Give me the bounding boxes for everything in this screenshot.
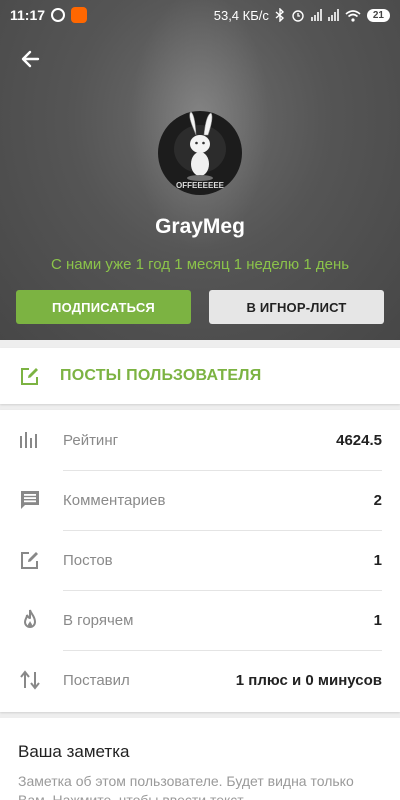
stat-label: В горячем — [63, 611, 134, 629]
battery-icon: 21 — [366, 8, 390, 22]
stat-row-hot: В горячем 1 — [0, 590, 400, 650]
stat-value: 1 — [373, 551, 382, 569]
status-bar: 11:17 53,4 КБ/с 21 — [0, 0, 400, 30]
ignore-button[interactable]: В ИГНОР-ЛИСТ — [209, 290, 384, 324]
stat-row-rating: Рейтинг 4624.5 — [0, 410, 400, 470]
stat-value: 4624.5 — [336, 431, 382, 449]
profile-header: 11:17 53,4 КБ/с 21 OFFEEEEEE GrayMeg С н… — [0, 0, 400, 340]
swap-vertical-icon — [20, 670, 40, 690]
stat-label: Комментариев — [63, 491, 166, 509]
avatar-caption: OFFEEEEEE — [176, 181, 225, 190]
stat-value: 1 плюс и 0 минусов — [235, 671, 382, 689]
username: GrayMeg — [155, 215, 245, 238]
subscribe-button[interactable]: ПОДПИСАТЬСЯ — [16, 290, 191, 324]
stat-row-posts: Постов 1 — [0, 530, 400, 590]
avatar[interactable]: OFFEEEEEE — [158, 111, 242, 195]
user-posts-link[interactable]: ПОСТЫ ПОЛЬЗОВАТЕЛЯ — [0, 348, 400, 404]
note-placeholder: Заметка об этом пользователе. Будет видн… — [18, 773, 354, 800]
stats-card: Рейтинг 4624.5 Комментариев 2 Постов 1 В… — [0, 410, 400, 712]
comment-icon — [21, 491, 39, 509]
mi-app-icon — [71, 7, 88, 23]
back-arrow-icon[interactable] — [16, 44, 46, 74]
stat-label: Постов — [63, 551, 113, 569]
edit-icon — [21, 552, 38, 569]
stat-row-comments: Комментариев 2 — [0, 470, 400, 530]
wifi-icon — [345, 9, 361, 22]
user-note[interactable]: Ваша заметка Заметка об этом пользовател… — [0, 718, 400, 800]
stat-label: Рейтинг — [63, 431, 119, 449]
flame-icon — [23, 609, 37, 628]
net-speed: 53,4 КБ/с — [213, 7, 269, 23]
edit-icon — [21, 368, 38, 385]
user-posts-label: ПОСТЫ ПОЛЬЗОВАТЕЛЯ — [60, 367, 262, 384]
note-title: Ваша заметка — [18, 742, 130, 761]
alarm-icon — [292, 10, 304, 22]
stat-value: 1 — [373, 611, 382, 629]
stat-row-votes: Поставил 1 плюс и 0 минусов — [0, 650, 400, 710]
member-since: С нами уже 1 год 1 месяц 1 неделю 1 день — [50, 256, 350, 273]
bluetooth-icon — [275, 8, 284, 22]
signal-icon-2 — [327, 9, 339, 21]
status-time: 11:17 — [10, 7, 46, 23]
whatsapp-icon — [51, 8, 66, 22]
stat-value: 2 — [373, 491, 382, 509]
stat-label: Поставил — [63, 671, 130, 689]
signal-icon — [310, 9, 322, 21]
rabbit-avatar-image: OFFEEEEEE — [174, 111, 226, 190]
bar-chart-icon — [20, 432, 37, 448]
